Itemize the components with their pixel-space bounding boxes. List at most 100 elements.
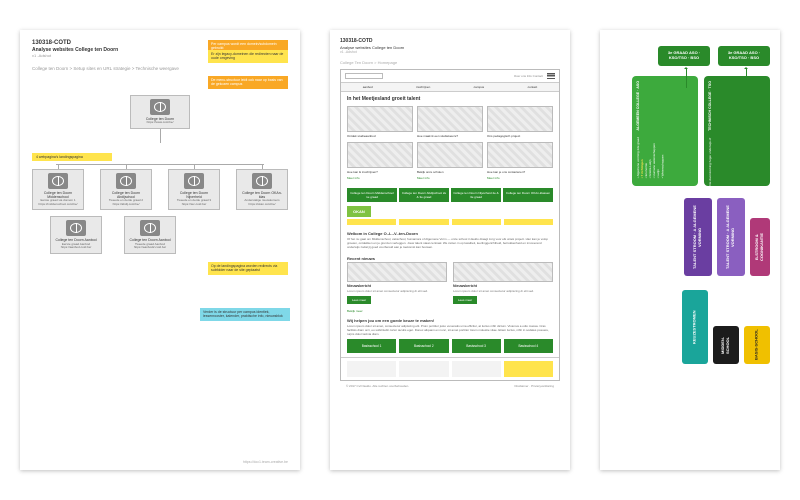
page-flowchart: 3e GRAAD ASO · KSO/TSO · BSO 3e GRAAD AS…	[600, 30, 780, 470]
news-more-link[interactable]: Bekijk meer	[341, 307, 559, 315]
placeholder-image	[487, 106, 553, 132]
placeholder-image	[417, 106, 483, 132]
campus-button[interactable]: College ten Doorn OKAn-klassen	[503, 188, 553, 202]
news-item-title: Nieuwsbericht	[347, 284, 447, 288]
welcome-title: Welkom in College O.-L.-V.-ten-Doorn	[341, 228, 559, 237]
news-item-body: Lorem ipsum dolor sit amet consectetur a…	[347, 289, 447, 293]
sitemap-row-sub: College ten Doorn Aanbod Eerste graad Aa…	[50, 216, 288, 253]
tile[interactable]: Bekijk onze scholenMeer info	[417, 142, 483, 180]
node-url: https://middenschool.cotd.be/	[36, 203, 80, 207]
flow-node-astroom-1: TALENT STROOM · A ALGEMENE VORMING	[684, 198, 712, 276]
sitemap-node: College ten Doorn OKAn-klas Anderstalige…	[236, 169, 288, 211]
node-url: https://aanbod2.cotd.be/	[128, 246, 172, 250]
box-list: Algemene vorming 2de graad 7 richtingen …	[636, 136, 664, 179]
mock-topbar: Over ons Info Contact	[341, 70, 559, 83]
tile-label: Ontdek studieaanbod	[347, 134, 413, 138]
highlight-chip	[504, 219, 553, 225]
news-item-title: Nieuwsbericht	[453, 284, 553, 288]
search-input[interactable]	[345, 73, 383, 79]
flow-row-streams: TALENT STROOM · A ALGEMENE VORMING TALEN…	[610, 198, 770, 276]
read-more-button[interactable]: Lees meer	[347, 296, 371, 304]
flow-node-3egraad-right: 3e GRAAD ASO · KSO/TSO · BSO	[718, 46, 770, 66]
hero-title: In het Meetjesland groeit talent	[341, 92, 559, 106]
sitemap-node: College ten Doorn Nijverheid Tweede en d…	[168, 169, 220, 211]
sitemap-node: College ten Doorn Middenschool Eerste gr…	[32, 169, 84, 211]
tile-link[interactable]: Meer info	[487, 176, 553, 180]
sitemap-node: College ten Doorn Abdijschool Tweede en …	[100, 169, 152, 211]
cta-button[interactable]: Basisschool 1	[347, 339, 396, 353]
footer-col-highlight	[504, 361, 553, 377]
news-title: Recent nieuws	[341, 253, 559, 262]
tile[interactable]: Ontdek studieaanbod	[347, 106, 413, 138]
mock-footer	[341, 357, 559, 380]
help-body: Lorem ipsum dolor sit amet, consectetur …	[341, 324, 559, 340]
tile-grid-2: Hoe kan ik inschrijven?Meer info Bekijk …	[341, 142, 559, 184]
flow-node-keuzestromen: KEUZESTROMEN	[682, 290, 708, 364]
tile-link[interactable]: Meer info	[347, 176, 413, 180]
note-yellow-1: Er zijn legacy-domeinen die redirecten n…	[208, 50, 288, 63]
node-url: https://okan.cotd.be/	[240, 203, 284, 207]
note-yellow-2: Op de landingspagina worden redirects vi…	[208, 262, 288, 275]
doc-code: 130318-COTD	[340, 38, 560, 44]
cta-button[interactable]: Basisschool 2	[399, 339, 448, 353]
box-title: ALGEMEEN COLLEGE · ASO	[636, 81, 641, 131]
node-url: https://abdij.cotd.be/	[104, 203, 148, 207]
homepage-mock: Over ons Info Contact aanbod inschrijven…	[340, 69, 560, 381]
highlight-chip	[347, 219, 396, 225]
nav-item[interactable]: aanbod	[363, 85, 373, 89]
cta-button[interactable]: Basisschool 3	[452, 339, 501, 353]
note-orange-2: De menu-structuur leidt ook naar op basi…	[208, 76, 288, 89]
globe-icon	[150, 99, 170, 115]
flow-node-3egraad-left: 3e GRAAD ASO · KSO/TSO · BSO	[658, 46, 710, 66]
placeholder-image	[347, 142, 413, 168]
tile-label: Hoe kan je ons contacteren?	[487, 170, 553, 174]
mock-navbar: aanbod inschrijven campus contact	[341, 83, 559, 92]
breadcrumb: College ten Doorn > Setup sites en URL s…	[32, 66, 288, 71]
campus-button[interactable]: College ten Doorn Nijverheid 2e & 3e gra…	[451, 188, 501, 202]
nav-item[interactable]: contact	[528, 85, 538, 89]
globe-icon	[48, 173, 68, 189]
cta-button[interactable]: Basisschool 4	[504, 339, 553, 353]
highlight-row	[341, 219, 559, 225]
flow-row-bottom: KEUZESTROMEN MIDDEN-SCHOOL BASIS-SCHOOL	[610, 290, 770, 364]
okan-button[interactable]: OKAN	[347, 206, 371, 217]
sitemap-root: College ten Doorn https://www.cotd.be/	[130, 95, 190, 129]
sitemap-node: College ten Doorn Aanbod Tweede graad Aa…	[124, 216, 176, 253]
flow-node-middenschool: MIDDEN-SCHOOL	[713, 326, 739, 364]
nav-item[interactable]: campus	[474, 85, 485, 89]
breadcrumb: College Ten Doorn > Homepage	[340, 60, 560, 65]
arrow-icon	[746, 68, 747, 88]
nav-item[interactable]: inschrijven	[416, 85, 430, 89]
node-url: https://tec.cotd.be/	[172, 203, 216, 207]
root-url: https://www.cotd.be/	[134, 121, 186, 125]
tile[interactable]: Ons pedagogisch project	[487, 106, 553, 138]
read-more-button[interactable]: Lees meer	[453, 296, 477, 304]
sitemap-row-campuses: College ten Doorn Middenschool Eerste gr…	[32, 169, 288, 211]
flow-box-tso: TECHNISCH COLLEGE · TSO Algemene vorming…	[704, 76, 770, 186]
placeholder-image	[417, 142, 483, 168]
sitemap-node: College ten Doorn Aanbod Eerste graad Aa…	[50, 216, 102, 253]
flow-box-aso: ALGEMEEN COLLEGE · ASO Algemene vorming …	[632, 76, 698, 186]
footer-right: Disclaimer · Privacyverklaring	[514, 384, 554, 388]
hamburger-icon[interactable]	[547, 73, 555, 79]
tile[interactable]: Hoe kan je ons contacteren? Meer info	[487, 142, 553, 180]
footer-col	[399, 361, 448, 377]
footer-col	[347, 361, 396, 377]
placeholder-image	[487, 142, 553, 168]
tile[interactable]: Hoe maak ik een studiekeuze?	[417, 106, 483, 138]
top-menus[interactable]: Over ons Info Contact	[387, 74, 543, 78]
globe-icon	[66, 220, 86, 236]
sitemap: College ten Doorn https://www.cotd.be/ 4…	[32, 95, 288, 254]
campus-button[interactable]: College ten Doorn Middenschool 1e graad	[347, 188, 397, 202]
welcome-body: Of het nu gaat om Middenschool, vakschoo…	[341, 237, 559, 253]
cta-grid: Basisschool 1 Basisschool 2 Basisschool …	[341, 339, 559, 357]
page1-footer: https://doc1.team-creative.be	[243, 460, 288, 464]
placeholder-image	[453, 262, 553, 282]
campus-bar: College ten Doorn Middenschool 1e graad …	[341, 188, 559, 202]
campus-button[interactable]: College ten Doorn Abdijschool 2e & 3e gr…	[399, 188, 449, 202]
news-card: Nieuwsbericht Lorem ipsum dolor sit amet…	[347, 262, 447, 304]
news-row: Nieuwsbericht Lorem ipsum dolor sit amet…	[341, 262, 559, 307]
tile-label: Hoe maak ik een studiekeuze?	[417, 134, 483, 138]
tile-link[interactable]: Meer info	[417, 176, 483, 180]
tile[interactable]: Hoe kan ik inschrijven?Meer info	[347, 142, 413, 180]
